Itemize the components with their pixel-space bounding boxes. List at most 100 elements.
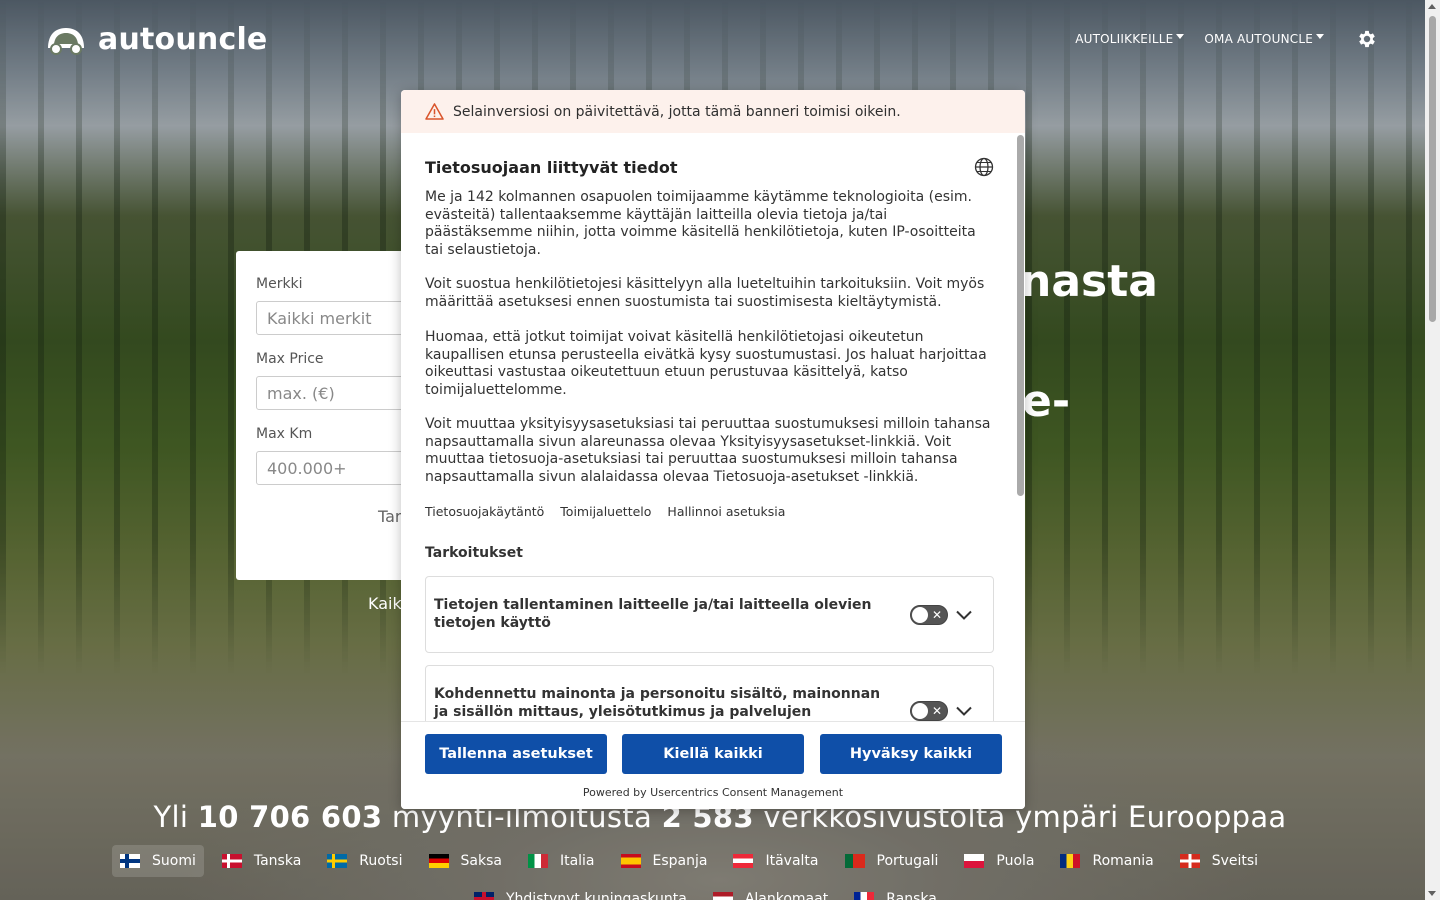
hero-title-fragment-2: e- <box>1022 376 1071 427</box>
country-link-dk[interactable]: Tanska <box>214 845 309 877</box>
country-label: Alankomaat <box>744 891 829 900</box>
hero-title-fragment: nasta <box>1020 256 1158 307</box>
country-label: Puola <box>996 853 1035 869</box>
gear-icon[interactable] <box>1356 28 1378 50</box>
logo-text: autouncle <box>98 22 268 57</box>
country-label: Saksa <box>460 853 502 869</box>
powered-by-text: Powered by Usercentrics Consent Manageme… <box>582 786 844 799</box>
country-link-gb[interactable]: Yhdistynyt kuningaskunta <box>466 883 695 900</box>
browser-warning-banner: Selainversiosi on päivitettävä, jotta tä… <box>401 90 1025 133</box>
flag-fi-icon <box>120 854 140 868</box>
country-link-nl[interactable]: Alankomaat <box>705 883 836 900</box>
flag-se-icon <box>327 854 348 868</box>
country-label: Yhdistynyt kuningaskunta <box>506 891 687 900</box>
toggle-knob <box>912 703 928 719</box>
scroll-down-icon[interactable] <box>1428 891 1436 896</box>
country-link-fr[interactable]: Ranska <box>846 883 945 900</box>
country-link-ch[interactable]: Sveitsi <box>1172 845 1266 877</box>
accept-all-button[interactable]: Hyväksy kaikki <box>820 734 1002 774</box>
flag-pt-icon <box>844 854 865 868</box>
country-link-it[interactable]: Italia <box>520 845 603 877</box>
deny-all-button[interactable]: Kiellä kaikki <box>622 734 804 774</box>
consent-paragraph: Huomaa, että jotkut toimijat voivat käsi… <box>425 329 987 398</box>
km-placeholder: 400.000+ <box>267 458 347 478</box>
purpose-item[interactable]: Kohdennettu mainonta ja personoitu sisäl… <box>425 665 994 721</box>
toggle-off-icon: ✕ <box>931 608 942 622</box>
purpose-item[interactable]: Tietojen tallentaminen laitteelle ja/tai… <box>425 576 994 653</box>
purpose-toggle[interactable]: ✕ <box>910 605 948 625</box>
consent-modal: Selainversiosi on päivitettävä, jotta tä… <box>401 90 1025 809</box>
nav-dealers[interactable]: AUTOLIIKKEILLE <box>1075 32 1185 46</box>
warning-icon <box>425 103 444 120</box>
caret-down-icon <box>1316 33 1324 39</box>
brand-placeholder: Kaikki merkit <box>267 308 372 328</box>
country-label: Ranska <box>886 891 937 900</box>
main-nav: AUTOLIIKKEILLE OMA AUTOUNCLE <box>1075 28 1378 50</box>
save-settings-button[interactable]: Tallenna asetukset <box>425 734 607 774</box>
privacy-policy-link[interactable]: Tietosuojakäytäntö <box>425 504 544 519</box>
country-label: Itävalta <box>765 853 819 869</box>
scroll-up-icon[interactable] <box>1428 4 1436 9</box>
flag-ro-icon <box>1060 854 1081 868</box>
country-link-at[interactable]: Itävalta <box>725 845 826 877</box>
consent-links: Tietosuojakäytäntö Toimijaluettelo Halli… <box>425 504 785 519</box>
toggle-knob <box>912 607 928 623</box>
chevron-down-icon[interactable] <box>956 610 972 620</box>
all-cars-link[interactable]: Kaik <box>368 594 402 613</box>
country-list: Suomi Tanska Ruotsi Saksa Italia Espanja Itäva… <box>112 845 1312 900</box>
purpose-toggle[interactable]: ✕ <box>910 701 948 721</box>
page-scrollbar[interactable] <box>1425 0 1440 900</box>
scrollbar-thumb[interactable] <box>1429 16 1436 322</box>
purposes-heading: Tarkoitukset <box>425 545 523 561</box>
country-link-ro[interactable]: Romania <box>1052 845 1161 877</box>
country-label: Italia <box>559 853 595 869</box>
country-link-de[interactable]: Saksa <box>421 845 510 877</box>
country-label: Portugali <box>876 853 939 869</box>
country-label: Romania <box>1092 853 1154 869</box>
consent-paragraph: Voit suostua henkilötietojesi käsittelyy… <box>425 276 985 310</box>
stats-prefix: Yli <box>153 800 189 834</box>
purpose-title: Tietojen tallentaminen laitteelle ja/tai… <box>434 597 872 631</box>
country-link-es[interactable]: Espanja <box>613 845 716 877</box>
country-label: Espanja <box>652 853 708 869</box>
country-link-fi[interactable]: Suomi <box>112 845 204 877</box>
consent-paragraph: Me ja 142 kolmannen osapuolen toimijaamm… <box>425 189 976 258</box>
language-globe-icon[interactable] <box>974 157 994 177</box>
consent-footer: Tallenna asetukset Kiellä kaikki Hyväksy… <box>401 721 1025 809</box>
chevron-down-icon[interactable] <box>956 706 972 716</box>
purpose-title: Kohdennettu mainonta ja personoitu sisäl… <box>434 686 881 720</box>
nav-my-autouncle[interactable]: OMA AUTOUNCLE <box>1204 32 1324 46</box>
flag-it-icon <box>527 854 548 868</box>
price-label: Max Price <box>256 351 324 367</box>
price-placeholder: max. (€) <box>267 383 335 403</box>
nav-my-autouncle-label: OMA AUTOUNCLE <box>1204 32 1313 46</box>
country-label: Sveitsi <box>1211 853 1259 869</box>
consent-body: Tietosuojaan liittyvät tiedot Me ja 142 … <box>401 133 1025 721</box>
brand-label: Merkki <box>256 276 303 292</box>
car-logo-icon <box>48 27 84 55</box>
nav-dealers-label: AUTOLIIKKEILLE <box>1075 32 1174 46</box>
caret-down-icon <box>1176 33 1185 39</box>
flag-pl-icon <box>964 854 985 868</box>
country-label: Ruotsi <box>359 853 403 869</box>
country-label: Tanska <box>253 853 302 869</box>
country-link-se[interactable]: Ruotsi <box>319 845 410 877</box>
consent-paragraph: Voit muuttaa yksityisyysasetuksiasi tai … <box>425 416 991 485</box>
country-link-pl[interactable]: Puola <box>956 845 1042 877</box>
country-link-pt[interactable]: Portugali <box>837 845 947 877</box>
toggle-off-icon: ✕ <box>931 704 942 718</box>
consent-scrollbar[interactable] <box>1017 135 1024 496</box>
flag-nl-icon <box>712 892 733 900</box>
manage-settings-link[interactable]: Hallinnoi asetuksia <box>667 504 785 519</box>
search-submit-button[interactable]: Tar <box>378 507 402 526</box>
flag-fr-icon <box>854 892 875 900</box>
site-header: autouncle AUTOLIIKKEILLE OMA AUTOUNCLE <box>0 0 1440 80</box>
vendor-list-link[interactable]: Toimijaluettelo <box>560 504 651 519</box>
flag-de-icon <box>428 854 449 868</box>
flag-es-icon <box>620 854 641 868</box>
flag-dk-icon <box>221 854 242 868</box>
consent-title: Tietosuojaan liittyvät tiedot <box>425 158 678 177</box>
logo[interactable]: autouncle <box>44 22 267 57</box>
flag-at-icon <box>733 854 754 868</box>
stats-listing-count: 10 706 603 <box>197 800 383 834</box>
